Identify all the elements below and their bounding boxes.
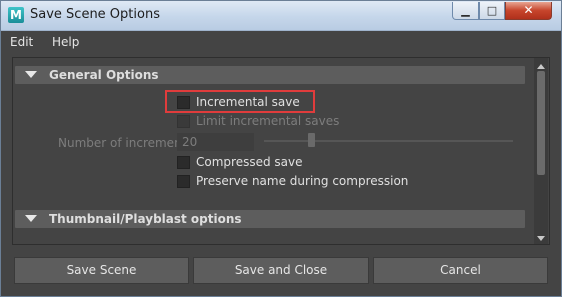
minimize-button[interactable]: ▁ — [452, 2, 479, 20]
limit-incremental-saves-checkbox[interactable]: Limit incremental saves — [177, 114, 339, 128]
number-of-increments-field[interactable]: 20 — [177, 133, 254, 151]
vertical-scrollbar[interactable] — [534, 58, 548, 244]
menu-edit[interactable]: Edit — [10, 35, 33, 49]
number-of-increments-label: Number of increments: — [58, 136, 197, 150]
scroll-down-icon[interactable] — [537, 236, 545, 241]
cancel-button[interactable]: Cancel — [373, 257, 548, 284]
expand-triangle-icon — [25, 215, 37, 222]
scrollbar-thumb[interactable] — [537, 71, 545, 175]
section-header-general-options[interactable]: General Options — [15, 66, 525, 84]
maya-app-icon: M — [8, 7, 24, 23]
save-scene-button[interactable]: Save Scene — [14, 257, 189, 284]
section-label: Thumbnail/Playblast options — [49, 212, 242, 226]
save-and-close-button[interactable]: Save and Close — [193, 257, 369, 284]
highlight-annotation — [165, 90, 315, 113]
section-label: General Options — [49, 68, 159, 82]
expand-triangle-icon — [25, 71, 37, 78]
increments-slider-track[interactable] — [264, 140, 513, 142]
window-title: Save Scene Options — [30, 7, 160, 22]
maximize-button[interactable]: □ — [479, 2, 505, 20]
checkbox-box — [177, 156, 190, 169]
menu-bar: Edit Help — [1, 31, 561, 53]
preserve-name-checkbox[interactable]: Preserve name during compression — [177, 174, 408, 188]
checkbox-label: Limit incremental saves — [196, 114, 340, 128]
title-bar[interactable]: M Save Scene Options ▁ □ ✕ — [1, 1, 561, 31]
maximize-icon: □ — [486, 4, 498, 17]
checkbox-label: Compressed save — [196, 155, 303, 169]
checkbox-box — [177, 115, 190, 128]
menu-help[interactable]: Help — [52, 35, 79, 49]
section-header-thumbnail-playblast[interactable]: Thumbnail/Playblast options — [15, 210, 525, 228]
close-icon: ✕ — [523, 3, 534, 17]
compressed-save-checkbox[interactable]: Compressed save — [177, 155, 303, 169]
checkbox-label: Preserve name during compression — [196, 174, 409, 188]
minimize-icon: ▁ — [461, 4, 470, 17]
scroll-up-icon[interactable] — [537, 64, 545, 69]
close-button[interactable]: ✕ — [505, 2, 552, 20]
checkbox-box — [177, 175, 190, 188]
save-scene-options-dialog: M Save Scene Options ▁ □ ✕ Edit Help Gen… — [0, 0, 562, 297]
increments-slider-handle[interactable] — [308, 133, 315, 147]
